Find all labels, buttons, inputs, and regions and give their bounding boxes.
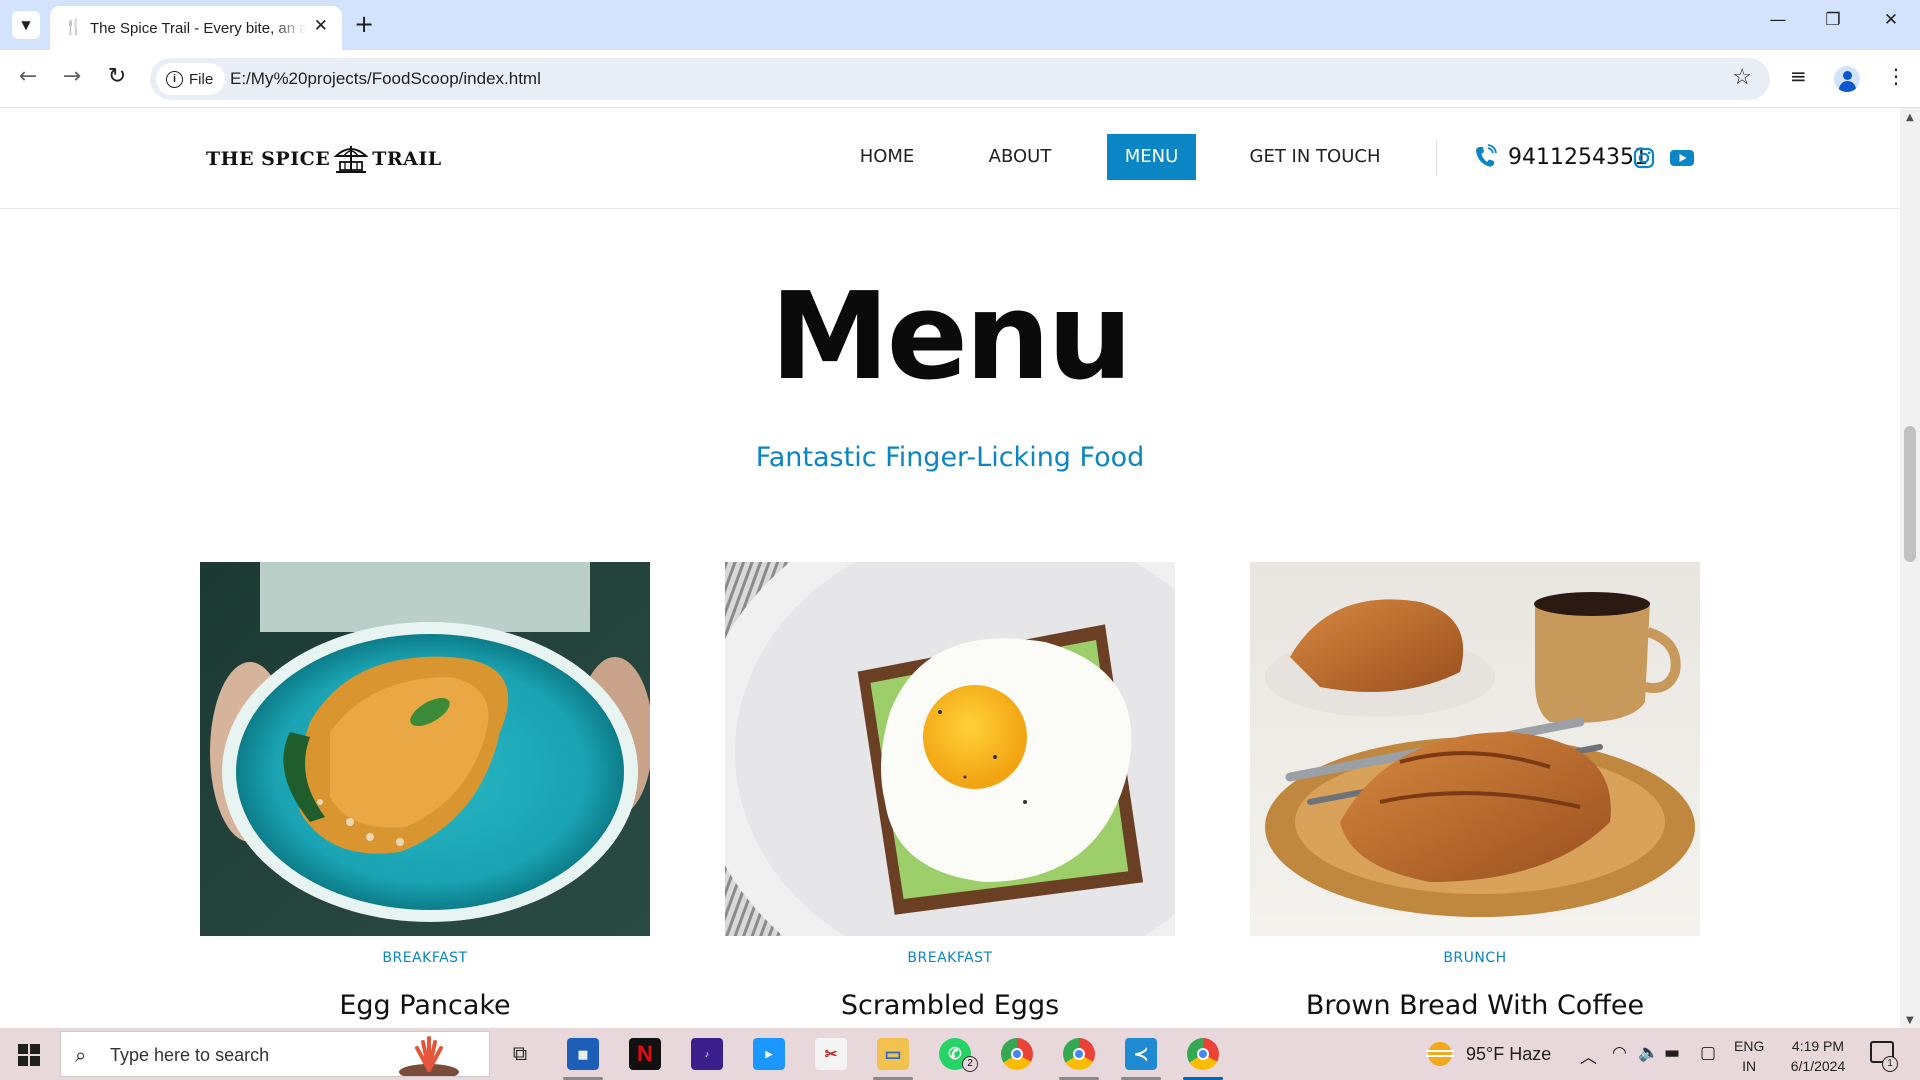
microsoft-store-icon[interactable]: ▦ [567,1038,599,1070]
bookmark-star-icon[interactable]: ☆ [1732,65,1752,90]
close-window-button[interactable]: ✕ [1876,10,1906,30]
nav-menu[interactable]: MENU [1107,134,1196,180]
kebab-menu-icon[interactable]: ⋮ [1886,64,1906,88]
chevron-up-icon[interactable]: ︿ [1580,1043,1597,1068]
windows-taskbar: ⌕ Type here to search ⧉ ▦ N ♪ ▶ ✂ ▭ ✆ 2 … [0,1028,1920,1080]
nav-home[interactable]: HOME [840,134,934,180]
browser-toolbar: ← → ↻ i File E:/My%20projects/FoodScoop/… [0,50,1920,108]
scroll-up-arrow-icon[interactable]: ▲ [1906,112,1914,123]
menu-card[interactable]: BRUNCH Brown Bread With Coffee [1250,562,1700,1021]
menu-card[interactable]: BREAKFAST Egg Pancake [200,562,650,1021]
site-logo[interactable]: THE SPICE TRAIL [206,142,442,176]
weather-text[interactable]: 95°F Haze [1466,1044,1551,1065]
system-clock[interactable]: 4:19 PM 6/1/2024 [1780,1036,1856,1076]
new-tab-button[interactable]: + [354,10,374,38]
menu-item-name[interactable]: Brown Bread With Coffee [1250,990,1700,1021]
search-highlight-icon [399,1036,459,1076]
site-info-chip[interactable]: i File [156,63,226,95]
battery-icon[interactable]: ▬ [1664,1043,1680,1063]
menu-item-category: BREAKFAST [382,950,468,966]
umbrella-stall-icon [334,146,369,173]
page-scrollbar[interactable]: ▲ ▼ [1900,108,1920,1028]
page-viewport: THE SPICE TRAIL HOME ABOUT MENU GET IN T… [0,108,1900,1028]
minimize-button[interactable]: — [1763,10,1793,30]
food-image-brown-bread-coffee[interactable] [1250,562,1700,936]
taskbar-search-placeholder: Type here to search [110,1045,270,1065]
food-image-egg-pancake[interactable] [200,562,650,936]
vscode-icon[interactable]: ≺ [1125,1038,1157,1070]
logo-text-right: TRAIL [372,148,442,170]
forward-arrow-icon[interactable]: → [57,64,87,89]
haze-lines [1426,1050,1454,1052]
netflix-icon[interactable]: N [629,1038,661,1070]
taskbar-search-box[interactable]: ⌕ Type here to search [60,1031,490,1077]
file-chip-label: File [189,70,214,88]
prime-video-icon[interactable]: ▶ [753,1038,785,1070]
language-code: ENG [1734,1038,1765,1054]
browser-tabstrip: ▼ 🍴 The Spice Trail - Every bite, an adv… [0,0,1920,50]
instagram-icon[interactable] [1633,147,1655,169]
fork-knife-icon: 🍴 [64,18,83,36]
media-control-icon[interactable]: ≡ [1790,64,1807,88]
menu-item-category: BRUNCH [1443,950,1507,966]
address-bar[interactable]: i File E:/My%20projects/FoodScoop/index.… [150,58,1770,100]
amazon-music-icon[interactable]: ♪ [691,1038,723,1070]
menu-card[interactable]: BREAKFAST Scrambled Eggs [725,562,1175,1021]
file-explorer-icon[interactable]: ▭ [877,1038,909,1070]
language-indicator[interactable]: ENG IN [1734,1036,1764,1076]
reload-icon[interactable]: ↻ [102,64,132,89]
nav-about[interactable]: ABOUT [976,134,1064,180]
profile-avatar[interactable] [1834,66,1860,92]
food-image-scrambled-eggs[interactable] [725,562,1175,936]
site-header: THE SPICE TRAIL HOME ABOUT MENU GET IN T… [0,108,1900,209]
wifi-icon[interactable]: ◠ [1612,1043,1627,1063]
whatsapp-badge: 2 [962,1056,978,1072]
tab-search-button[interactable]: ▼ [12,11,40,39]
task-view-icon[interactable]: ⧉ [504,1038,536,1070]
clock-time: 4:19 PM [1791,1038,1845,1054]
search-icon: ⌕ [75,1043,87,1067]
section-subtitle: Fantastic Finger-Licking Food [755,442,1145,473]
region-code: IN [1742,1058,1757,1074]
speaker-icon[interactable]: 🔈 [1638,1043,1659,1063]
section-title: Menu [770,268,1133,407]
nav-get-in-touch[interactable]: GET IN TOUCH [1240,134,1390,180]
youtube-icon[interactable] [1670,147,1694,169]
weather-haze-icon[interactable] [1428,1042,1452,1066]
nav-divider [1436,140,1437,176]
phone-icon [1473,144,1499,170]
browser-tab-active[interactable]: 🍴 The Spice Trail - Every bite, an adven… [50,6,342,50]
phone-number[interactable]: 9411254351 [1508,144,1648,172]
chrome-icon[interactable] [1001,1038,1033,1070]
snipping-tool-icon[interactable]: ✂ [815,1038,847,1070]
tab-title: The Spice Trail - Every bite, an adventu… [90,20,306,37]
notification-count: 1 [1882,1056,1898,1072]
chrome-profile-icon[interactable] [1063,1038,1095,1070]
url-text[interactable]: E:/My%20projects/FoodScoop/index.html [230,69,541,89]
clock-date: 6/1/2024 [1790,1058,1846,1074]
menu-item-name[interactable]: Scrambled Eggs [725,990,1175,1021]
info-icon: i [166,70,183,88]
tab-close-button[interactable]: ✕ [314,16,328,36]
back-arrow-icon[interactable]: ← [13,64,43,89]
scrollbar-thumb[interactable] [1904,426,1916,562]
logo-text-left: THE SPICE [206,148,331,170]
windows-start-button[interactable] [18,1044,40,1066]
menu-item-category: BREAKFAST [907,950,993,966]
menu-item-name[interactable]: Egg Pancake [200,990,650,1021]
scroll-down-arrow-icon[interactable]: ▼ [1906,1015,1914,1026]
meet-now-icon[interactable]: ▢ [1700,1043,1716,1063]
chrome-active-icon[interactable] [1187,1038,1219,1070]
restore-button[interactable]: ❐ [1818,10,1848,30]
